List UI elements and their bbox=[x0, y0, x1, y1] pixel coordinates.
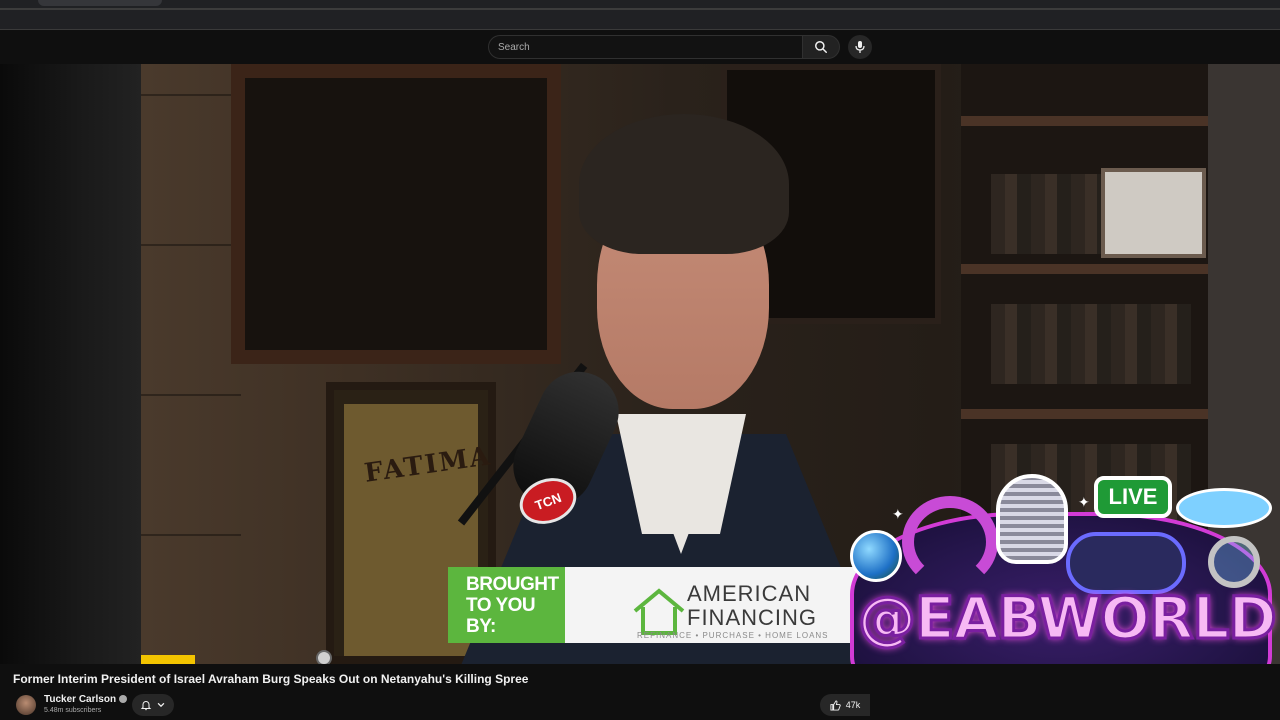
chevron-down-icon bbox=[157, 702, 165, 708]
sponsor-tagline: REFINANCE • PURCHASE • HOME LOANS bbox=[637, 631, 829, 640]
bell-icon bbox=[140, 701, 152, 711]
channel-name-row[interactable]: Tucker Carlson bbox=[44, 694, 128, 705]
wall-plank bbox=[141, 244, 241, 246]
verified-icon bbox=[119, 695, 128, 704]
sparkle-icon: ✦ bbox=[892, 506, 904, 522]
mic-badge-text: TCN bbox=[532, 489, 564, 513]
sparkle-icon: ✦ bbox=[1078, 494, 1090, 510]
search-button[interactable] bbox=[802, 35, 840, 59]
retro-microphone-icon bbox=[996, 474, 1068, 564]
chapter-marker bbox=[141, 655, 195, 664]
browser-divider bbox=[0, 8, 1280, 10]
search-box[interactable] bbox=[488, 35, 802, 59]
sponsor-banner: BROUGHT TO YOU BY: AMERICAN FINANCING RE… bbox=[448, 567, 860, 643]
globe-icon bbox=[850, 530, 902, 582]
search-input[interactable] bbox=[489, 36, 802, 58]
wall-plank bbox=[141, 394, 241, 396]
framed-photo bbox=[1101, 168, 1206, 258]
notification-bell-button[interactable] bbox=[132, 694, 174, 716]
magnifier-icon bbox=[1208, 536, 1260, 588]
microphone-icon bbox=[855, 41, 865, 53]
sponsor-lead-line-1: BROUGHT bbox=[466, 573, 559, 595]
sponsor-lead-panel: BROUGHT TO YOU BY: bbox=[448, 567, 565, 643]
channel-avatar[interactable] bbox=[16, 695, 36, 715]
thumbs-up-icon bbox=[830, 699, 841, 711]
subscriber-count: 5.48m subscribers bbox=[44, 707, 102, 714]
overlay-handle: @EABWORLD bbox=[857, 583, 1279, 654]
search-icon bbox=[815, 41, 827, 53]
sponsor-brand-panel: AMERICAN FINANCING REFINANCE • PURCHASE … bbox=[565, 567, 860, 643]
player-letterbox-left bbox=[0, 64, 141, 664]
ufo-icon bbox=[1176, 488, 1272, 528]
like-count: 47k bbox=[845, 700, 861, 710]
video-title: Former Interim President of Israel Avrah… bbox=[13, 672, 529, 686]
sponsor-brand-line-2: FINANCING bbox=[687, 605, 817, 630]
live-badge: LIVE bbox=[1094, 476, 1172, 518]
seek-handle[interactable] bbox=[316, 650, 332, 664]
wall-plank bbox=[141, 94, 241, 96]
sponsor-brand-line-1: AMERICAN bbox=[687, 581, 812, 606]
browser-tab-strip bbox=[0, 0, 1280, 30]
youtube-header bbox=[0, 30, 1280, 64]
channel-name[interactable]: Tucker Carlson bbox=[44, 694, 116, 705]
wall-picture-frame bbox=[231, 64, 561, 364]
like-button[interactable]: 47k bbox=[820, 694, 870, 716]
headphones-icon bbox=[902, 496, 998, 588]
house-icon bbox=[633, 588, 685, 635]
browser-tab[interactable] bbox=[38, 0, 162, 6]
voice-search-button[interactable] bbox=[848, 35, 872, 59]
sponsor-lead-line-2: TO YOU BY: bbox=[466, 594, 536, 637]
video-details: Former Interim President of Israel Avrah… bbox=[0, 664, 1280, 720]
wall-plank bbox=[141, 534, 241, 536]
